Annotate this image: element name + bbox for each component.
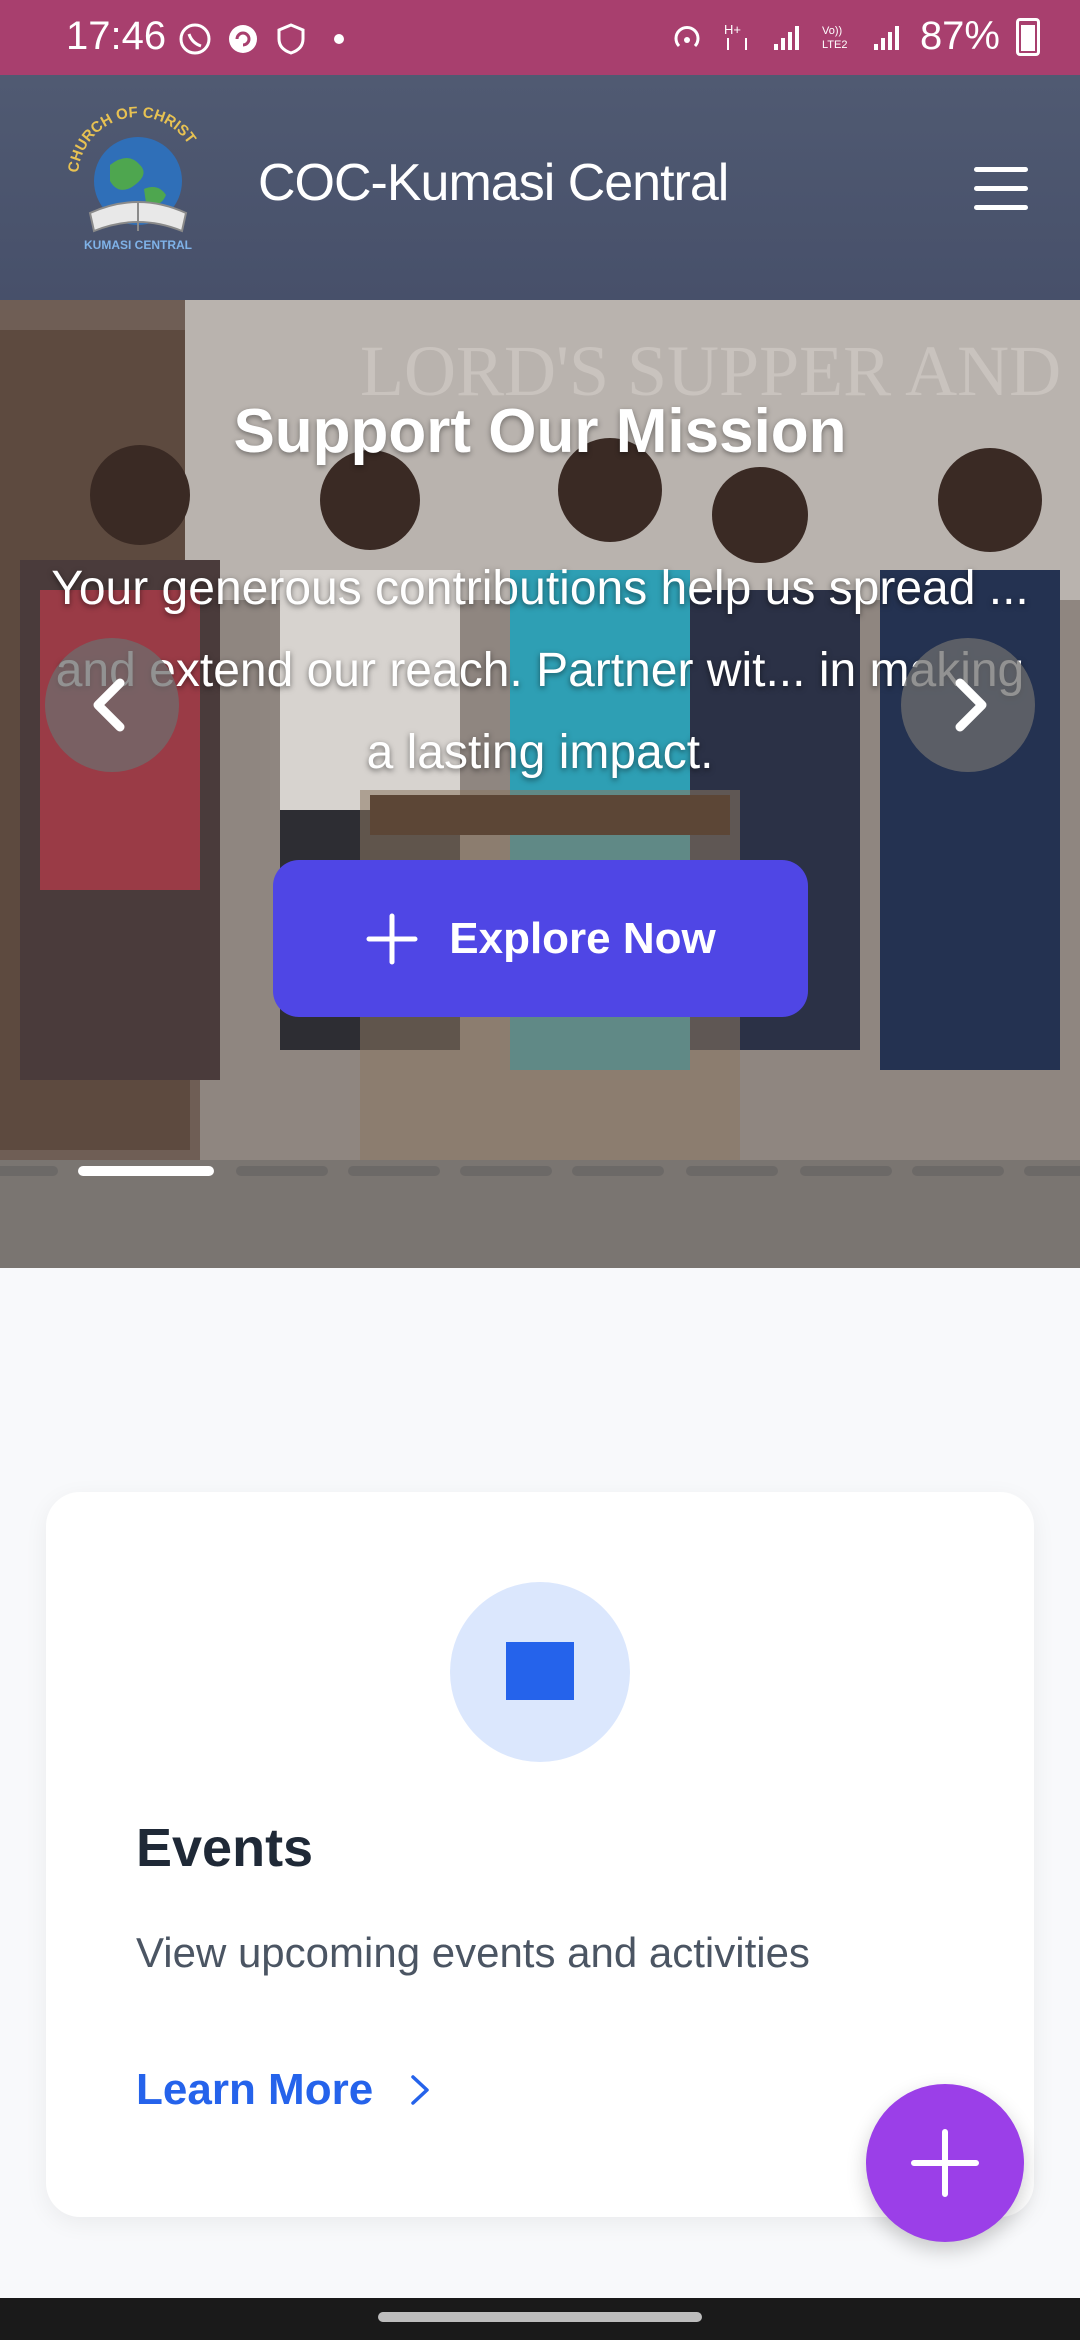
plus-icon: [366, 913, 418, 964]
events-icon-badge: [450, 1582, 630, 1762]
volte-icon: Vo)) LTE2: [822, 25, 847, 51]
explore-now-label: Explore Now: [449, 913, 716, 963]
menu-line: [974, 167, 1028, 172]
app-header: CHURCH OF CHRIST KUMASI CENTRAL COC-Kuma…: [0, 75, 1080, 300]
brand-name[interactable]: COC-Kumasi Central: [258, 153, 729, 213]
plus-icon: [911, 2129, 979, 2197]
status-time: 17:46: [66, 14, 167, 58]
square-icon: [506, 1642, 574, 1700]
carousel-dot[interactable]: [0, 1166, 58, 1176]
chevron-right-icon: [955, 678, 987, 732]
battery-icon: [1016, 17, 1040, 56]
learn-more-link[interactable]: Learn More: [136, 2065, 431, 2115]
svg-text:KUMASI CENTRAL: KUMASI CENTRAL: [84, 238, 192, 252]
carousel-dot[interactable]: [236, 1166, 328, 1176]
status-right: H+ Vo)) LTE2 87%: [670, 14, 1040, 59]
carousel-indicators: [0, 1166, 1080, 1178]
hero-description: Your generous contributions help us spre…: [51, 562, 1029, 779]
carousel-dot[interactable]: [912, 1166, 1004, 1176]
events-card: Events View upcoming events and activiti…: [46, 1492, 1034, 2217]
dot-icon: [334, 34, 344, 44]
carousel-next-button[interactable]: [901, 638, 1035, 772]
floating-action-button[interactable]: [866, 2084, 1024, 2242]
hero-title: Support Our Mission: [233, 397, 847, 466]
home-indicator[interactable]: [378, 2312, 702, 2322]
svg-text:H+: H+: [724, 22, 741, 37]
learn-more-label: Learn More: [136, 2065, 374, 2114]
whatsapp-icon: [179, 23, 211, 55]
system-navigation-bar: [0, 2298, 1080, 2340]
church-logo[interactable]: CHURCH OF CHRIST KUMASI CENTRAL: [60, 105, 216, 255]
carousel-dot[interactable]: [800, 1166, 892, 1176]
hamburger-menu-button[interactable]: [974, 167, 1028, 211]
carousel-dot[interactable]: [572, 1166, 664, 1176]
carousel-prev-button[interactable]: [45, 638, 179, 772]
svg-text:Vo)): Vo)): [822, 25, 842, 37]
carousel-dot[interactable]: [460, 1166, 552, 1176]
shield-icon: [277, 23, 305, 55]
hero-carousel: LORD'S SUPPER AND GIV Support Our Missio…: [0, 300, 1080, 1268]
card-description: View upcoming events and activities: [136, 1929, 810, 1976]
battery-percentage: 87%: [919, 14, 1000, 58]
carousel-dot[interactable]: [1024, 1166, 1080, 1176]
chevron-right-icon: [411, 2075, 429, 2105]
data-icon: H+: [724, 22, 747, 50]
menu-line: [974, 205, 1028, 210]
sync-icon: [229, 25, 257, 53]
menu-line: [974, 186, 1028, 191]
carousel-dot[interactable]: [686, 1166, 778, 1176]
hotspot-icon: [674, 25, 700, 47]
card-title: Events: [136, 1818, 314, 1878]
status-bar: 17:46 H+ Vo)) LTE2 87%: [0, 0, 1080, 75]
carousel-dot-active[interactable]: [78, 1166, 214, 1176]
carousel-dot[interactable]: [348, 1166, 440, 1176]
svg-text:LTE2: LTE2: [822, 39, 847, 51]
notification-icons: [178, 22, 356, 56]
explore-now-button[interactable]: Explore Now: [273, 860, 808, 1017]
chevron-left-icon: [93, 678, 125, 732]
signal-icon: [773, 25, 799, 50]
signal-icon: [873, 25, 899, 50]
